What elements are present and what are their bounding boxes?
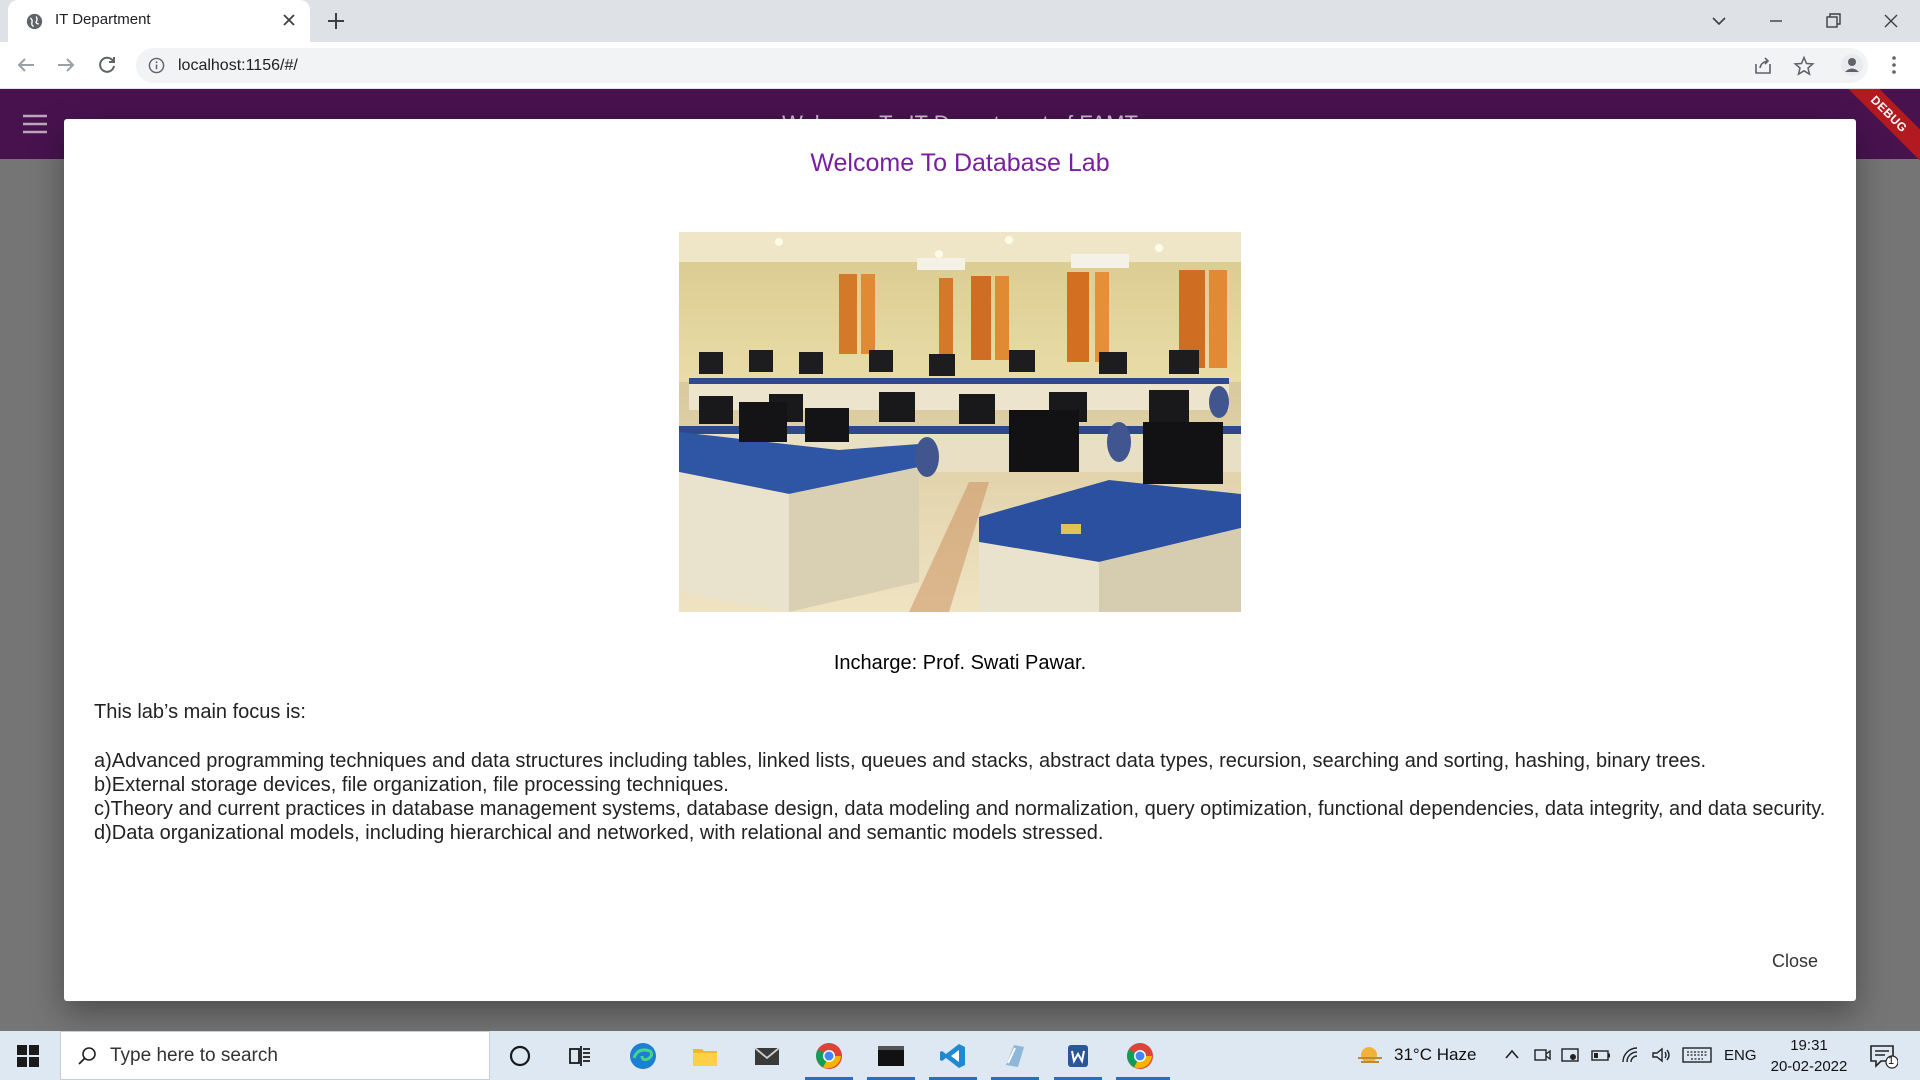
focus-points-list: a)Advanced programming techniques and da…: [94, 749, 1825, 845]
profile-avatar-icon[interactable]: [1840, 53, 1864, 77]
bookmark-star-icon[interactable]: [1793, 55, 1815, 77]
restore-icon[interactable]: [1820, 8, 1846, 34]
clock-time: 19:31: [1790, 1037, 1828, 1054]
clock-date: 20-02-2022: [1770, 1058, 1848, 1075]
forward-arrow-icon[interactable]: [54, 53, 78, 77]
tab-title: IT Department: [55, 11, 151, 28]
weather-text[interactable]: 31°C Haze: [1394, 1045, 1476, 1065]
weather-haze-icon[interactable]: [1356, 1043, 1384, 1069]
focus-point: c)Theory and current practices in databa…: [94, 798, 1826, 820]
network-status-icon[interactable]: [1560, 1045, 1580, 1065]
focus-point: b)External storage devices, file organiz…: [94, 774, 729, 796]
volume-icon[interactable]: [1650, 1045, 1672, 1065]
battery-icon[interactable]: [1590, 1045, 1612, 1065]
taskbar-search-box[interactable]: Type here to search: [60, 1031, 490, 1080]
studio-app-icon[interactable]: [1000, 1041, 1030, 1071]
vscode-icon[interactable]: [938, 1041, 968, 1071]
computer-lab-photo: [679, 232, 1241, 612]
task-view-icon[interactable]: [565, 1041, 595, 1071]
address-bar[interactable]: localhost:1156/#/: [136, 48, 1868, 83]
close-window-icon[interactable]: [1878, 8, 1904, 34]
input-language[interactable]: ENG: [1724, 1047, 1757, 1064]
focus-point: d)Data organizational models, including …: [94, 822, 1104, 844]
notification-count: 1: [1888, 1055, 1895, 1067]
close-button[interactable]: Close: [1772, 951, 1818, 972]
app-viewport: Welcome To IT Department of FAMT DEBUG W…: [0, 89, 1920, 1031]
keyboard-icon[interactable]: [1682, 1045, 1712, 1065]
mail-icon[interactable]: [752, 1041, 782, 1071]
reload-icon[interactable]: [95, 53, 119, 77]
terminal-icon[interactable]: [876, 1041, 906, 1071]
chrome-icon[interactable]: [814, 1041, 844, 1071]
windows-taskbar: Type here to search 31°C Haze ENG 19:31 …: [0, 1031, 1920, 1080]
system-clock[interactable]: 19:31 20-02-2022: [1764, 1035, 1854, 1077]
browser-menu-icon[interactable]: [1882, 53, 1906, 77]
lab-incharge: Incharge: Prof. Swati Pawar.: [833, 652, 1087, 674]
edge-browser-icon[interactable]: [628, 1041, 658, 1071]
meet-now-icon[interactable]: [1532, 1045, 1552, 1065]
browser-tab[interactable]: IT Department: [8, 0, 310, 42]
url-text[interactable]: localhost:1156/#/: [178, 57, 298, 75]
focus-point: a)Advanced programming techniques and da…: [94, 750, 1707, 772]
wifi-icon[interactable]: [1620, 1045, 1642, 1065]
globe-icon: [26, 13, 43, 30]
site-info-icon[interactable]: [148, 57, 165, 74]
tab-search-icon[interactable]: [1706, 8, 1732, 34]
search-placeholder: Type here to search: [110, 1045, 278, 1066]
browser-tabstrip: IT Department: [0, 0, 1920, 42]
focus-intro: This lab’s main focus is:: [94, 701, 306, 723]
windows-start-icon[interactable]: [16, 1044, 40, 1068]
dialog-title: Welcome To Database Lab: [810, 149, 1110, 177]
close-tab-icon[interactable]: [280, 11, 298, 29]
minimize-icon[interactable]: [1763, 8, 1789, 34]
search-icon: [78, 1047, 96, 1065]
back-arrow-icon[interactable]: [14, 53, 38, 77]
cortana-icon[interactable]: [505, 1041, 535, 1071]
share-icon[interactable]: [1752, 55, 1774, 77]
word-app-icon[interactable]: [1063, 1041, 1093, 1071]
chevron-up-icon[interactable]: [1502, 1045, 1522, 1065]
chrome-icon[interactable]: [1125, 1041, 1155, 1071]
new-tab-icon[interactable]: [325, 10, 347, 32]
lab-info-dialog: Welcome To Database Lab Incharge: Prof. …: [64, 119, 1856, 1001]
file-explorer-icon[interactable]: [690, 1041, 720, 1071]
browser-toolbar: localhost:1156/#/: [0, 42, 1920, 89]
